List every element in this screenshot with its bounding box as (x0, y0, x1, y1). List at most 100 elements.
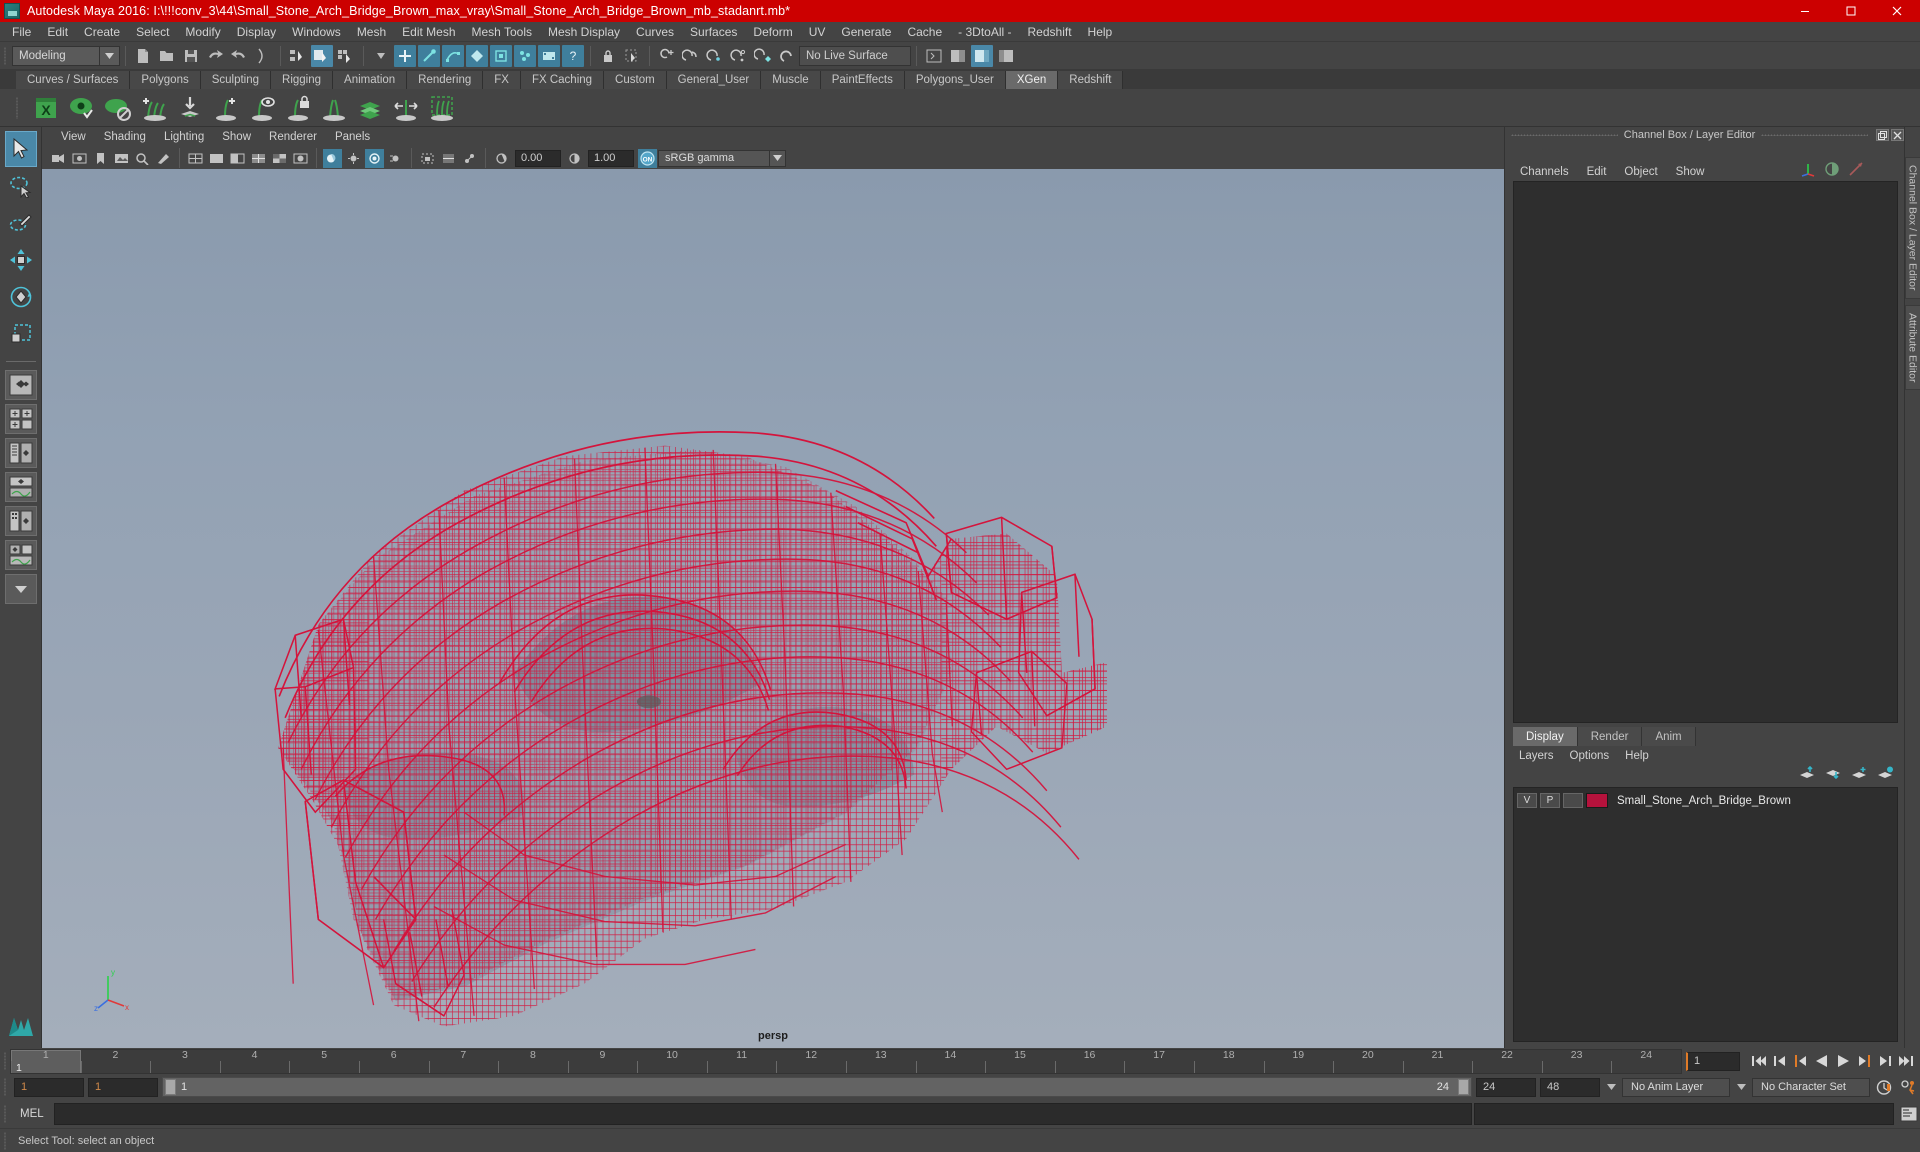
component-select-icon[interactable] (335, 45, 357, 67)
panel-menu-panels[interactable]: Panels (326, 129, 379, 145)
auto-keyframe-icon[interactable] (1875, 1078, 1894, 1097)
select-by-dynamics-icon[interactable] (514, 45, 536, 67)
wireframe-on-shaded-icon[interactable] (249, 149, 268, 168)
gamma-icon[interactable] (565, 149, 584, 168)
channel-menu-show[interactable]: Show (1667, 164, 1714, 180)
menu-help[interactable]: Help (1080, 23, 1121, 41)
shelf-tab-muscle[interactable]: Muscle (761, 71, 820, 89)
menu-mesh-tools[interactable]: Mesh Tools (464, 23, 540, 41)
current-frame-field[interactable]: 1 (1686, 1052, 1740, 1071)
step-forward-frame-icon[interactable] (1854, 1052, 1873, 1071)
xray-icon[interactable] (439, 149, 458, 168)
menu-file[interactable]: File (4, 23, 39, 41)
xgen-preview-icon[interactable] (66, 92, 98, 124)
menu-deform[interactable]: Deform (745, 23, 800, 41)
menu-select[interactable]: Select (128, 23, 177, 41)
shelf-tab-rendering[interactable]: Rendering (407, 71, 483, 89)
select-by-joint-icon[interactable] (418, 45, 440, 67)
select-tool-button[interactable] (5, 131, 37, 167)
layer-tab-render[interactable]: Render (1578, 727, 1643, 746)
xgen-editor-icon[interactable]: X (30, 92, 62, 124)
snap-to-view-plane-icon[interactable] (752, 45, 774, 67)
menu-redshift[interactable]: Redshift (1020, 23, 1080, 41)
layer-color-swatch[interactable] (1586, 793, 1608, 808)
character-set-field[interactable]: No Character Set (1752, 1078, 1870, 1097)
shelf-tab-fx[interactable]: FX (483, 71, 521, 89)
menu-surfaces[interactable]: Surfaces (682, 23, 745, 41)
panel-menu-view[interactable]: View (52, 129, 95, 145)
mel-command-output[interactable] (1474, 1103, 1894, 1125)
step-forward-keyframe-icon[interactable] (1875, 1052, 1894, 1071)
exposure-icon[interactable] (492, 149, 511, 168)
persp-graph-outliner-layout-button[interactable] (5, 540, 37, 570)
range-end-handle[interactable] (1458, 1079, 1469, 1095)
xgen-import-icon[interactable] (174, 92, 206, 124)
color-space-chevron-down-icon[interactable] (770, 150, 786, 167)
select-by-deformation-icon[interactable] (490, 45, 512, 67)
undo-icon[interactable] (204, 45, 226, 67)
select-camera-icon[interactable] (49, 149, 68, 168)
range-start-handle[interactable] (165, 1079, 176, 1095)
show-attribute-editor-icon[interactable] (947, 45, 969, 67)
play-forwards-icon[interactable] (1833, 1052, 1852, 1071)
smooth-shade-selected-icon[interactable] (228, 149, 247, 168)
hypershade-persp-layout-button[interactable] (5, 506, 37, 536)
menu-display[interactable]: Display (229, 23, 284, 41)
bookmark-icon[interactable] (91, 149, 110, 168)
persp-graph-layout-button[interactable] (5, 472, 37, 502)
side-tab-channel-box[interactable]: Channel Box / Layer Editor (1905, 157, 1920, 299)
shelf-tab-redshift[interactable]: Redshift (1058, 71, 1123, 89)
range-slider-grip[interactable] (2, 1076, 10, 1098)
single-perspective-layout-button[interactable] (5, 370, 37, 400)
color-management-toggle-icon[interactable]: ON (638, 149, 657, 168)
shadows-toggle-icon[interactable] (323, 149, 342, 168)
axis-gizmo-icon[interactable] (1800, 161, 1816, 182)
layer-display-type-toggle[interactable] (1563, 793, 1583, 808)
command-language-label[interactable]: MEL (10, 1108, 54, 1120)
panel-menu-shading[interactable]: Shading (95, 129, 155, 145)
grease-pencil-icon[interactable] (154, 149, 173, 168)
xgen-move-guide-icon[interactable] (390, 92, 422, 124)
character-set-chevron-down-icon[interactable] (1734, 1078, 1748, 1097)
xgen-lock-guide-icon[interactable] (282, 92, 314, 124)
shelf-tab-rigging[interactable]: Rigging (271, 71, 333, 89)
menu-3dtoall[interactable]: - 3DtoAll - (950, 23, 1019, 41)
shelf-grip[interactable] (14, 93, 22, 123)
highlight-selection-icon[interactable] (621, 45, 643, 67)
menu-generate[interactable]: Generate (833, 23, 899, 41)
perspective-viewport[interactable]: y z x persp (42, 169, 1504, 1048)
anim-curve-icon[interactable] (1848, 161, 1864, 182)
xgen-eye-guide-icon[interactable] (246, 92, 278, 124)
layer-from-selected-icon[interactable] (1877, 766, 1894, 785)
save-scene-icon[interactable] (180, 45, 202, 67)
statusline-grip[interactable] (2, 45, 10, 67)
motion-blur-icon[interactable] (386, 149, 405, 168)
shelf-tab-polygons[interactable]: Polygons (130, 71, 200, 89)
open-scene-icon[interactable] (156, 45, 178, 67)
layer-name-label[interactable]: Small_Stone_Arch_Bridge_Brown (1617, 795, 1791, 807)
lighting-toggle-icon[interactable] (344, 149, 363, 168)
gamma-field[interactable]: 1.00 (588, 150, 634, 167)
lasso-select-tool-button[interactable] (5, 168, 37, 204)
select-by-rendering-icon[interactable] (538, 45, 560, 67)
shelf-tab-curves-surfaces[interactable]: Curves / Surfaces (16, 71, 130, 89)
snap-to-grid-icon[interactable] (656, 45, 678, 67)
command-line-grip[interactable] (2, 1103, 10, 1125)
animation-end-field[interactable]: 48 (1540, 1078, 1600, 1097)
panel-menu-show[interactable]: Show (213, 129, 260, 145)
xgen-add-guides-icon[interactable] (138, 92, 170, 124)
channel-menu-edit[interactable]: Edit (1578, 164, 1616, 180)
texture-display-icon[interactable] (270, 149, 289, 168)
image-plane-icon[interactable] (112, 149, 131, 168)
lock-selection-icon[interactable] (597, 45, 619, 67)
smooth-shade-all-icon[interactable] (207, 149, 226, 168)
2d-pan-zoom-icon[interactable] (133, 149, 152, 168)
shelf-tab-fx-caching[interactable]: FX Caching (521, 71, 604, 89)
ao-toggle-icon[interactable] (365, 149, 384, 168)
menu-mesh[interactable]: Mesh (349, 23, 394, 41)
select-by-curve-icon[interactable] (442, 45, 464, 67)
show-tool-settings-icon[interactable] (995, 45, 1017, 67)
layer-playback-toggle[interactable]: P (1540, 793, 1560, 808)
layer-menu-layers[interactable]: Layers (1511, 748, 1562, 764)
hierarchy-select-icon[interactable] (287, 45, 309, 67)
